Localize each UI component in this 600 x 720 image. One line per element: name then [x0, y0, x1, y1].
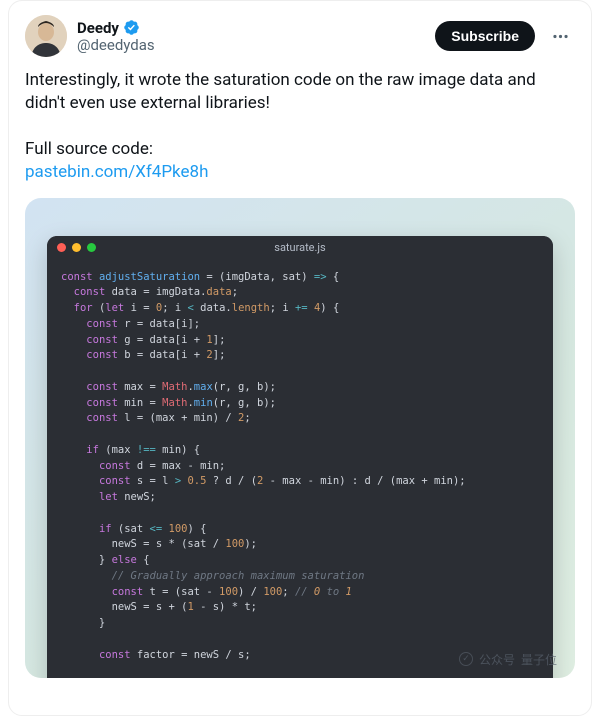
watermark: ✓ 公众号 量子位 — [459, 651, 557, 668]
tweet-text: Interestingly, it wrote the saturation c… — [25, 69, 575, 184]
avatar-image — [25, 15, 67, 57]
window-titlebar: saturate.js — [47, 236, 553, 260]
filename-label: saturate.js — [47, 241, 553, 254]
watermark-sublabel: 量子位 — [521, 651, 557, 668]
tweet-card: Deedy @deedydas Subscribe Interestingly,… — [8, 0, 592, 716]
author-block: Deedy @deedydas — [77, 19, 425, 54]
tweet-text-line: Interestingly, it wrote the saturation c… — [25, 70, 540, 113]
avatar[interactable] — [25, 15, 67, 57]
verified-badge-icon — [123, 19, 140, 36]
source-link[interactable]: pastebin.com/Xf4Pke8h — [25, 162, 208, 182]
watermark-label: 公众号 — [479, 651, 515, 668]
tweet-text-line: Full source code: — [25, 139, 153, 159]
code-window: saturate.js const adjustSaturation = (im… — [47, 236, 553, 678]
code-content: const adjustSaturation = (imgData, sat) … — [47, 260, 553, 678]
wechat-icon: ✓ — [459, 652, 473, 666]
media-attachment[interactable]: saturate.js const adjustSaturation = (im… — [25, 198, 575, 678]
more-icon — [551, 27, 570, 46]
handle[interactable]: @deedydas — [77, 37, 425, 54]
subscribe-button[interactable]: Subscribe — [435, 21, 535, 51]
tweet-header: Deedy @deedydas Subscribe — [25, 15, 575, 57]
more-button[interactable] — [545, 21, 575, 51]
display-name[interactable]: Deedy — [77, 19, 119, 37]
